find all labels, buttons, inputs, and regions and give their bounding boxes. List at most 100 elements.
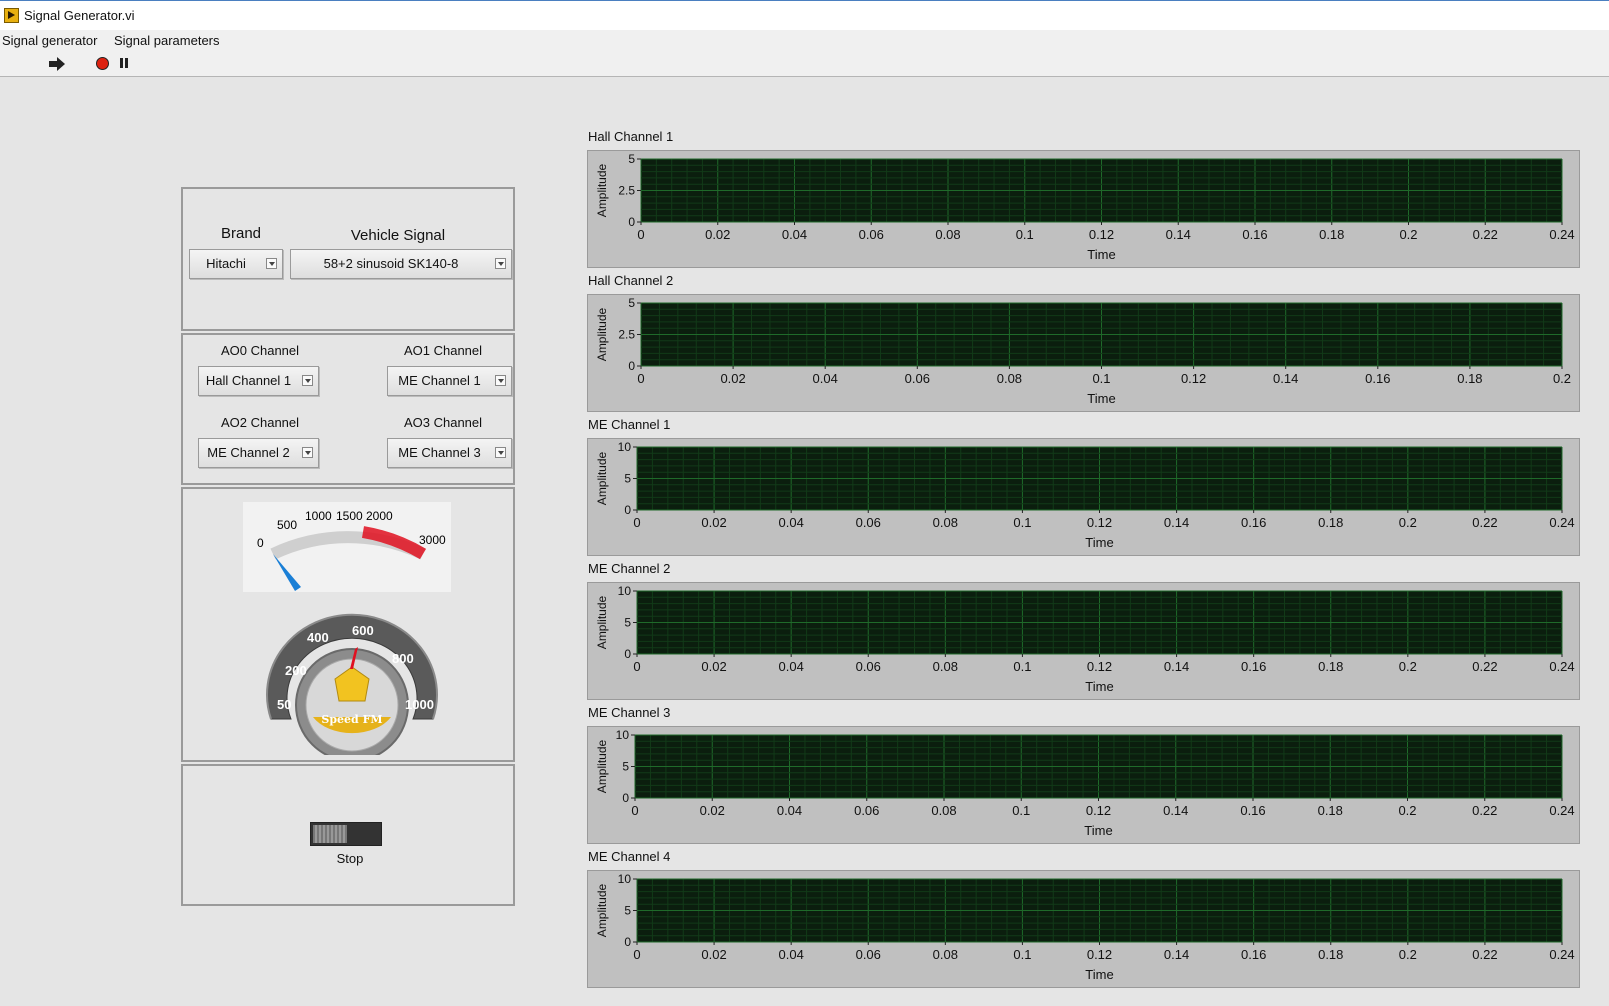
x-tick-label: 0.16	[1365, 371, 1390, 386]
ao0-channel-ring[interactable]: Hall Channel 1	[198, 366, 319, 396]
x-tick-label: 0.06	[859, 227, 884, 242]
speed-panel: 0 500 1000 1500 2000 3000 Speed FM 50 20…	[181, 487, 515, 762]
x-axis-label: Time	[1085, 535, 1113, 550]
menu-signal-generator[interactable]: Signal generator	[2, 33, 97, 48]
x-tick-label: 0.04	[779, 515, 804, 530]
x-tick-label: 0.1	[1013, 659, 1031, 674]
chevron-down-icon[interactable]	[302, 375, 313, 386]
brand-value: Hitachi	[206, 256, 246, 271]
x-tick-label: 0.08	[933, 947, 958, 962]
ao2-channel-label: AO2 Channel	[220, 415, 300, 430]
x-tick-label: 0.24	[1549, 659, 1574, 674]
ao1-channel-value: ME Channel 1	[398, 373, 481, 388]
stop-label: Stop	[336, 851, 364, 866]
ao1-channel-ring[interactable]: ME Channel 1	[387, 366, 512, 396]
y-tick-label: 0	[624, 503, 631, 517]
brand-ring[interactable]: Hitachi	[189, 249, 283, 279]
x-tick-label: 0.14	[1166, 227, 1191, 242]
x-tick-label: 0.08	[931, 803, 956, 818]
x-tick-label: 0.18	[1319, 227, 1344, 242]
waveform-chart[interactable]: 0 0.02 0.04 0.06 0.08 0.1 0.12 0.14 0.16 0.18 0.2 0…	[587, 726, 1580, 844]
knob-tick: 1000	[405, 697, 434, 712]
chart-title: ME Channel 2	[588, 561, 671, 576]
run-continuously-icon[interactable]	[49, 56, 65, 72]
knob-tick: 400	[307, 630, 329, 645]
waveform-chart[interactable]: 0 0.02 0.04 0.06 0.08 0.1 0.12 0.14 0.16 0.18 0.2 0…	[587, 294, 1580, 412]
y-axis-label: Amplitude	[595, 308, 609, 362]
ao0-channel-label: AO0 Channel	[220, 343, 300, 358]
knob-tick: 600	[352, 623, 374, 638]
x-axis-label: Time	[1087, 391, 1115, 406]
x-tick-label: 0.02	[701, 515, 726, 530]
x-tick-label: 0.22	[1472, 515, 1497, 530]
speed-gauge: 0 500 1000 1500 2000 3000	[243, 502, 451, 592]
speed-knob[interactable]: Speed FM 50 200 400 600 800 1000	[263, 609, 441, 755]
x-axis-label: Time	[1085, 679, 1113, 694]
y-axis-label: Amplitude	[595, 596, 609, 650]
gauge-tick: 0	[257, 536, 264, 550]
chart-title: ME Channel 3	[588, 705, 671, 720]
chevron-down-icon[interactable]	[302, 447, 313, 458]
x-tick-label: 0.06	[854, 803, 879, 818]
waveform-chart[interactable]: 0 0.02 0.04 0.06 0.08 0.1 0.12 0.14 0.16 0.18 0.2 0…	[587, 438, 1580, 556]
chevron-down-icon[interactable]	[495, 375, 506, 386]
y-tick-label: 0	[622, 791, 629, 805]
chart-canvas: 0 0.02 0.04 0.06 0.08 0.1 0.12 0.14 0.16 0.18 0.2 0…	[595, 872, 1575, 982]
x-tick-label: 0.18	[1457, 371, 1482, 386]
stop-toggle[interactable]	[310, 822, 382, 846]
x-tick-label: 0.02	[705, 227, 730, 242]
waveform-chart[interactable]: 0 0.02 0.04 0.06 0.08 0.1 0.12 0.14 0.16 0.18 0.2 0…	[587, 150, 1580, 268]
x-tick-label: 0.14	[1163, 803, 1188, 818]
y-tick-label: 0	[628, 215, 635, 229]
x-tick-label: 0.2	[1399, 659, 1417, 674]
waveform-chart[interactable]: 0 0.02 0.04 0.06 0.08 0.1 0.12 0.14 0.16 0.18 0.2 0…	[587, 582, 1580, 700]
chart-canvas: 0 0.02 0.04 0.06 0.08 0.1 0.12 0.14 0.16 0.18 0.2 0…	[595, 440, 1575, 550]
menu-signal-parameters[interactable]: Signal parameters	[114, 33, 220, 48]
y-tick-label: 2.5	[618, 328, 635, 342]
ao1-channel-label: AO1 Channel	[403, 343, 483, 358]
x-tick-label: 0.22	[1472, 659, 1497, 674]
abort-execution-icon[interactable]	[96, 57, 109, 70]
chevron-down-icon[interactable]	[495, 447, 506, 458]
x-tick-label: 0.18	[1318, 947, 1343, 962]
knob-tick: 50	[277, 697, 291, 712]
x-tick-label: 0.02	[701, 947, 726, 962]
gauge-tick: 1000	[305, 509, 332, 523]
x-tick-label: 0.06	[856, 659, 881, 674]
x-tick-label: 0.16	[1240, 803, 1265, 818]
y-axis-label: Amplitude	[595, 884, 609, 938]
x-tick-label: 0	[633, 515, 640, 530]
ao-channel-panel: AO0 Channel AO1 Channel Hall Channel 1 M…	[181, 333, 515, 485]
knob-tick: 800	[392, 651, 414, 666]
y-axis-label: Amplitude	[595, 452, 609, 506]
x-tick-label: 0.14	[1164, 947, 1189, 962]
x-tick-label: 0.04	[779, 659, 804, 674]
chevron-down-icon[interactable]	[495, 258, 506, 269]
x-axis-label: Time	[1085, 967, 1113, 982]
stop-toggle-knob[interactable]	[313, 825, 347, 843]
x-tick-label: 0.18	[1318, 659, 1343, 674]
vehicle-signal-ring[interactable]: 58+2 sinusoid SK140-8	[290, 249, 512, 279]
gauge-tick: 2000	[366, 509, 393, 523]
x-tick-label: 0.16	[1241, 947, 1266, 962]
chart-title: Hall Channel 2	[588, 273, 674, 288]
x-tick-label: 0.04	[813, 371, 838, 386]
waveform-chart[interactable]: 0 0.02 0.04 0.06 0.08 0.1 0.12 0.14 0.16 0.18 0.2 0…	[587, 870, 1580, 988]
chevron-down-icon[interactable]	[266, 258, 277, 269]
pause-icon[interactable]	[118, 56, 134, 72]
ao2-channel-ring[interactable]: ME Channel 2	[198, 438, 319, 468]
chart-title: Hall Channel 1	[588, 129, 674, 144]
ao0-channel-value: Hall Channel 1	[205, 373, 292, 388]
ao3-channel-ring[interactable]: ME Channel 3	[387, 438, 512, 468]
x-tick-label: 0.02	[700, 803, 725, 818]
y-tick-label: 2.5	[618, 184, 635, 198]
x-tick-label: 0.02	[701, 659, 726, 674]
title-bar: Signal Generator.vi	[0, 0, 1609, 30]
x-tick-label: 0.06	[856, 515, 881, 530]
chart-canvas: 0 0.02 0.04 0.06 0.08 0.1 0.12 0.14 0.16 0.18 0.2 0…	[595, 296, 1571, 406]
x-tick-label: 0.08	[933, 515, 958, 530]
chart-canvas: 0 0.02 0.04 0.06 0.08 0.1 0.12 0.14 0.16 0.18 0.2 0…	[595, 152, 1575, 262]
x-tick-label: 0.22	[1472, 947, 1497, 962]
knob-brand-text: Speed FM	[321, 713, 382, 726]
gauge-tick: 1500	[336, 509, 363, 523]
